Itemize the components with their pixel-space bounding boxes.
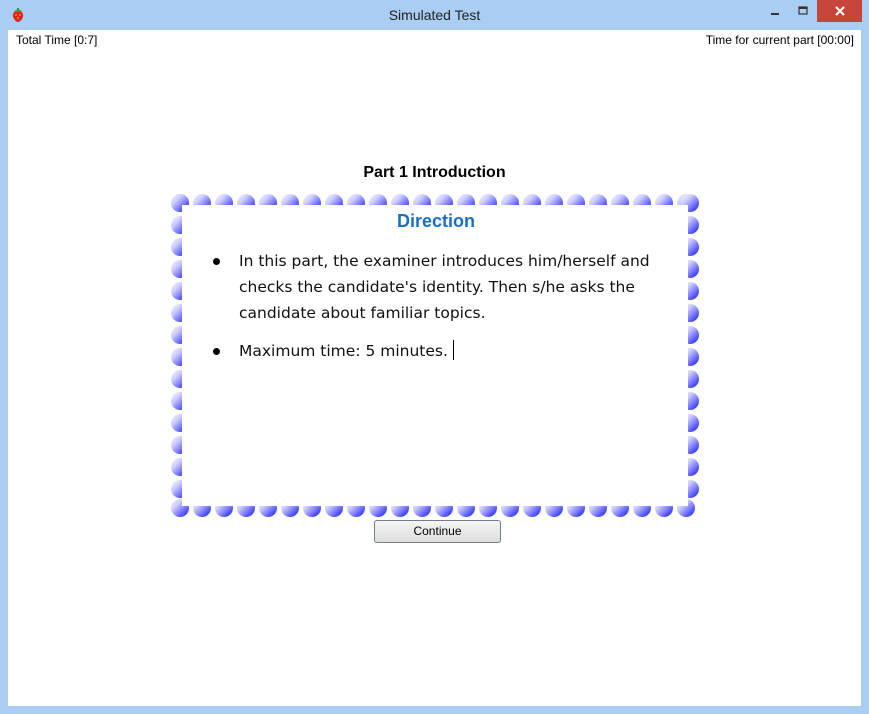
minimize-button[interactable] <box>762 0 788 22</box>
direction-heading: Direction <box>396 211 475 231</box>
minimize-icon <box>771 13 779 15</box>
title-bar[interactable]: Simulated Test <box>0 0 869 30</box>
app-window: Simulated Test Total Time [0:7] Time for… <box>0 0 869 714</box>
current-part-time-label: Time for current part [00:00] <box>705 33 854 47</box>
close-button[interactable] <box>817 0 862 22</box>
bullet-icon <box>213 258 220 265</box>
main-content: Total Time [0:7] Time for current part [… <box>8 30 861 706</box>
list-item: Maximum time: 5 minutes. <box>213 338 659 364</box>
total-time-label: Total Time [0:7] <box>16 33 98 47</box>
part-title: Part 1 Introduction <box>363 164 506 181</box>
maximize-button[interactable] <box>789 0 816 22</box>
text-caret <box>452 340 454 360</box>
window-title: Simulated Test <box>388 7 481 23</box>
direction-item-text: In this part, the examiner introduces hi… <box>239 252 650 322</box>
direction-list: In this part, the examiner introduces hi… <box>188 248 684 364</box>
close-icon <box>834 6 845 16</box>
list-item: In this part, the examiner introduces hi… <box>213 248 659 326</box>
continue-button[interactable]: Continue <box>374 520 501 543</box>
direction-box: Direction In this part, the examiner int… <box>188 206 684 502</box>
bullet-icon <box>213 348 220 355</box>
direction-item-text: Maximum time: 5 minutes. <box>239 342 448 360</box>
maximize-icon <box>797 6 808 15</box>
